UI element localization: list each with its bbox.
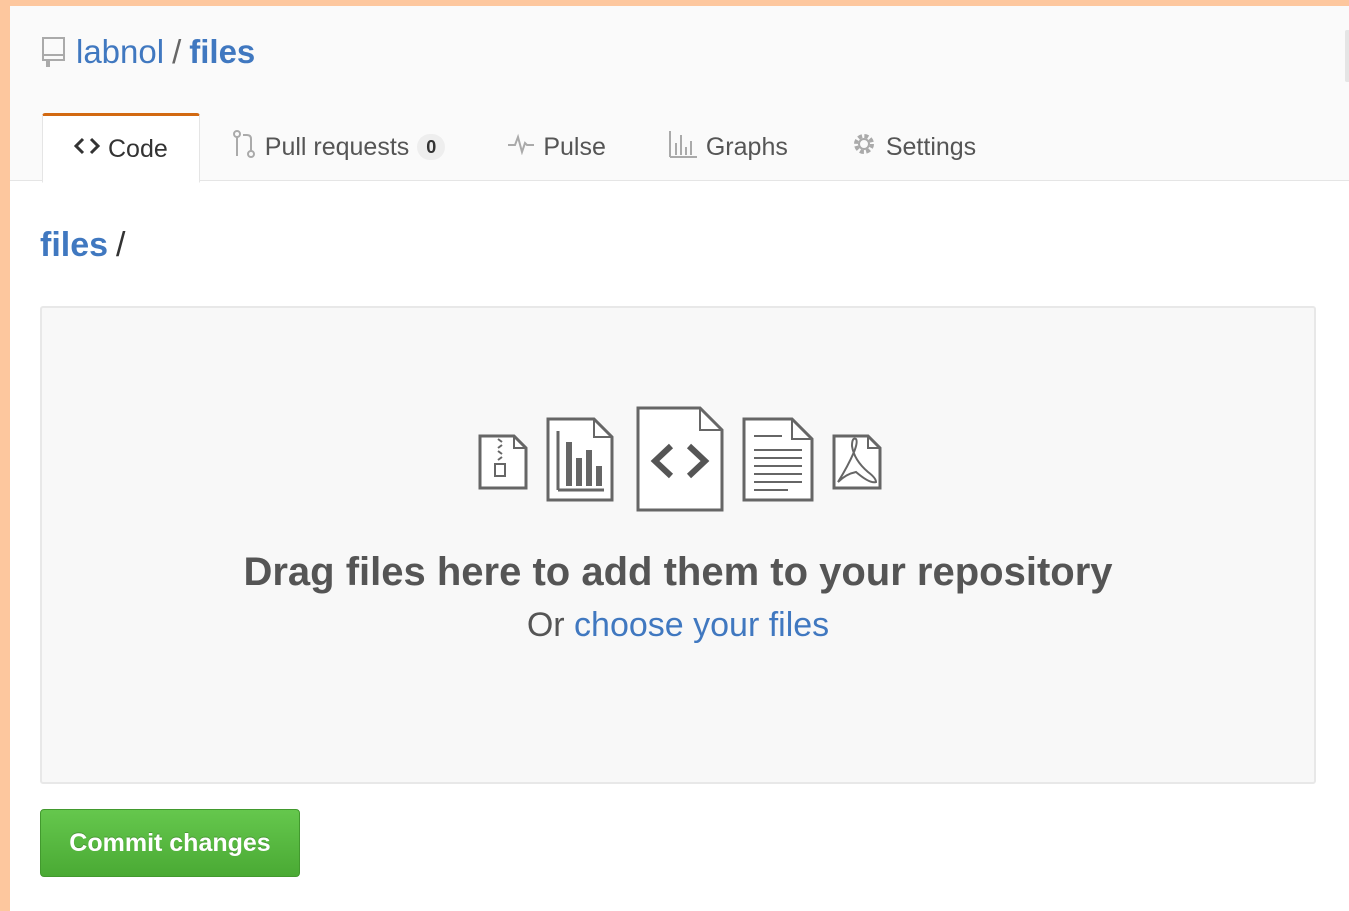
gear-icon: [850, 130, 878, 165]
zip-file-icon: [478, 434, 528, 490]
repository-title: labnol / files: [40, 32, 255, 72]
drop-zone-or-text: Or: [526, 606, 565, 644]
repo-icon: [40, 35, 68, 69]
graph-icon: [668, 129, 698, 166]
repository-page: labnol / files Code Pull requests 0 Puls…: [10, 6, 1349, 911]
tab-pull-requests[interactable]: Pull requests 0: [200, 112, 477, 182]
breadcrumb-root-link[interactable]: files: [40, 226, 108, 264]
commit-changes-button[interactable]: Commit changes: [40, 809, 300, 877]
repo-path-separator: /: [172, 33, 182, 70]
header-edge-decoration: [1345, 30, 1349, 82]
breadcrumb-separator: /: [116, 226, 126, 264]
file-type-icons: [478, 406, 888, 516]
repository-header: labnol / files Code Pull requests 0 Puls…: [10, 6, 1349, 183]
tab-graphs[interactable]: Graphs: [637, 112, 819, 182]
tab-settings-label: Settings: [885, 132, 977, 161]
drop-zone-subtitle: Or choose your files: [42, 606, 1314, 645]
code-icon: [73, 135, 101, 164]
code-file-icon: [636, 406, 724, 512]
text-file-icon: [742, 417, 814, 502]
repository-tabs: Code Pull requests 0 Pulse Graphs Settin…: [42, 112, 1007, 183]
pull-request-icon: [231, 129, 257, 166]
tab-pulse[interactable]: Pulse: [476, 112, 637, 182]
tab-graphs-label: Graphs: [705, 132, 788, 161]
tab-code[interactable]: Code: [42, 113, 200, 183]
choose-files-link[interactable]: choose your files: [574, 606, 829, 644]
repo-owner-link[interactable]: labnol: [76, 32, 164, 72]
file-drop-zone[interactable]: Drag files here to add them to your repo…: [40, 306, 1316, 784]
breadcrumb: files /: [40, 224, 126, 266]
tab-pull-requests-label: Pull requests: [264, 132, 410, 161]
repo-name-link[interactable]: files: [189, 32, 255, 72]
pulse-icon: [507, 133, 535, 162]
pdf-file-icon: [832, 434, 882, 490]
tab-pulse-label: Pulse: [543, 132, 606, 161]
tab-settings[interactable]: Settings: [819, 112, 1007, 182]
pull-request-counter: 0: [417, 134, 446, 160]
tab-code-label: Code: [108, 134, 168, 163]
chart-file-icon: [546, 417, 614, 502]
drop-zone-title: Drag files here to add them to your repo…: [243, 550, 1113, 594]
